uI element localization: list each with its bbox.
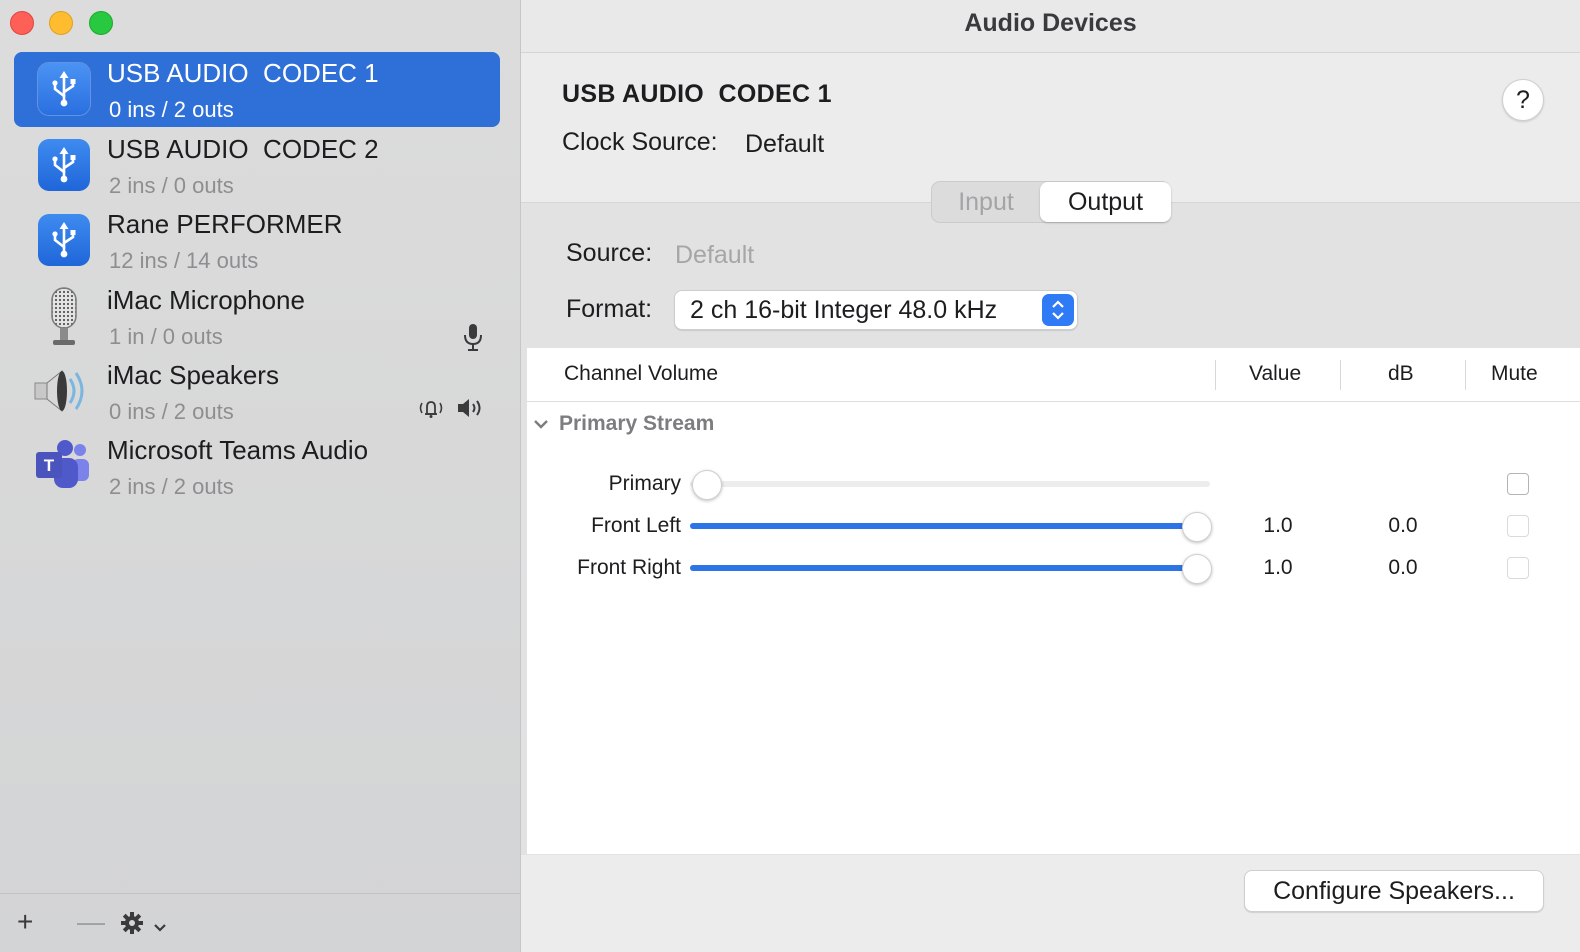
format-value: 2 ch 16-bit Integer 48.0 kHz <box>690 296 998 324</box>
column-header-value: Value <box>1249 362 1302 385</box>
title-bar: Audio Devices <box>521 0 1580 53</box>
column-header-mute: Mute <box>1491 362 1538 385</box>
channel-value: 1.0 <box>1263 556 1293 579</box>
window-title: Audio Devices <box>964 9 1137 37</box>
column-divider <box>1215 360 1216 390</box>
device-item-rane-performer[interactable]: Rane PERFORMER 12 ins / 14 outs <box>14 203 500 278</box>
device-detail-pane: Audio Devices USB AUDIO CODEC 1 ? Clock … <box>521 0 1580 952</box>
device-io-count: 0 ins / 2 outs <box>109 97 234 122</box>
svg-text:T: T <box>44 456 55 475</box>
help-button[interactable]: ? <box>1502 79 1544 121</box>
device-item-imac-speakers[interactable]: iMac Speakers 0 ins / 2 outs <box>14 354 500 429</box>
device-item-imac-microphone[interactable]: iMac Microphone 1 in / 0 outs <box>14 279 500 354</box>
device-trailing-icons <box>416 397 484 424</box>
format-select[interactable]: 2 ch 16-bit Integer 48.0 kHz <box>674 290 1078 330</box>
channel-label: Front Left <box>591 514 681 537</box>
device-io-count: 0 ins / 2 outs <box>109 399 234 424</box>
device-item-usb-audio-codec-2[interactable]: USB AUDIO CODEC 2 2 ins / 0 outs <box>14 128 500 203</box>
device-title: USB AUDIO CODEC 1 <box>562 80 832 108</box>
remove-device-button[interactable]: — <box>77 908 105 936</box>
stream-label: Primary Stream <box>559 412 715 435</box>
up-down-chevron-icon <box>1042 294 1074 326</box>
primary-volume-slider[interactable] <box>690 470 1212 500</box>
usb-icon <box>38 139 90 191</box>
device-name: Microsoft Teams Audio <box>107 435 369 465</box>
front-right-volume-slider[interactable] <box>690 554 1212 584</box>
zoom-window-button[interactable] <box>89 11 113 35</box>
device-name: USB AUDIO CODEC 1 <box>107 58 379 88</box>
stream-disclosure[interactable]: Primary Stream <box>533 412 714 436</box>
input-output-segmented-control: Input Output <box>931 181 1171 223</box>
slider-thumb[interactable] <box>1182 512 1212 542</box>
format-label: Format: <box>566 295 653 323</box>
front-left-volume-slider[interactable] <box>690 512 1212 542</box>
usb-icon <box>38 214 90 266</box>
mute-checkbox[interactable] <box>1507 515 1529 537</box>
device-name: Rane PERFORMER <box>107 209 343 239</box>
chevron-down-icon <box>152 910 168 941</box>
device-io-count: 12 ins / 14 outs <box>109 248 259 273</box>
device-io-count: 2 ins / 0 outs <box>109 173 234 198</box>
source-label: Source: <box>566 239 653 267</box>
device-io-count: 2 ins / 2 outs <box>109 474 234 499</box>
tab-output[interactable]: Output <box>1040 182 1171 222</box>
microphone-indicator-icon <box>462 322 484 357</box>
clock-source-value: Default <box>745 130 825 158</box>
channel-label: Primary <box>608 472 681 495</box>
channel-volume-table: Channel Volume Value dB Mute Primary Str… <box>527 348 1580 854</box>
gear-menu-button[interactable] <box>120 911 168 938</box>
minimize-window-button[interactable] <box>49 11 73 35</box>
column-divider <box>1340 360 1341 390</box>
channel-db: 0.0 <box>1388 556 1418 579</box>
device-name: iMac Speakers <box>107 360 279 390</box>
device-item-microsoft-teams-audio[interactable]: T Microsoft Teams Audio 2 ins / 2 outs <box>14 429 500 504</box>
sidebar-footer: + — <box>0 893 520 952</box>
channel-value: 1.0 <box>1263 514 1293 537</box>
device-trailing-icons <box>462 322 484 357</box>
column-divider <box>1465 360 1466 390</box>
usb-icon <box>38 63 90 115</box>
source-value: Default <box>675 241 755 269</box>
slider-fill <box>690 523 1195 529</box>
alert-sound-icon <box>416 397 446 424</box>
teams-icon: T <box>36 440 90 492</box>
device-name: iMac Microphone <box>107 285 305 315</box>
clock-source-label: Clock Source: <box>562 128 718 156</box>
channel-label: Front Right <box>577 556 681 579</box>
speaker-icon <box>34 365 90 417</box>
slider-thumb[interactable] <box>692 470 722 500</box>
slider-fill <box>690 565 1195 571</box>
chevron-down-icon <box>533 412 549 436</box>
mute-checkbox[interactable] <box>1507 473 1529 495</box>
column-header-channel-volume: Channel Volume <box>564 362 719 385</box>
device-sidebar: USB AUDIO CODEC 1 0 ins / 2 outs USB AUD… <box>0 0 521 952</box>
speaker-output-icon <box>456 397 484 424</box>
mute-checkbox[interactable] <box>1507 557 1529 579</box>
configure-speakers-button[interactable]: Configure Speakers... <box>1244 870 1544 912</box>
gear-icon <box>120 910 152 941</box>
device-io-count: 1 in / 0 outs <box>109 324 223 349</box>
close-window-button[interactable] <box>10 11 34 35</box>
microphone-icon <box>38 287 90 345</box>
device-name: USB AUDIO CODEC 2 <box>107 134 379 164</box>
device-item-usb-audio-codec-1[interactable]: USB AUDIO CODEC 1 0 ins / 2 outs <box>14 52 500 127</box>
tab-input[interactable]: Input <box>932 182 1040 222</box>
header-divider <box>527 401 1580 402</box>
slider-thumb[interactable] <box>1182 554 1212 584</box>
channel-db: 0.0 <box>1388 514 1418 537</box>
add-device-button[interactable]: + <box>17 908 33 936</box>
column-header-db: dB <box>1388 362 1414 385</box>
